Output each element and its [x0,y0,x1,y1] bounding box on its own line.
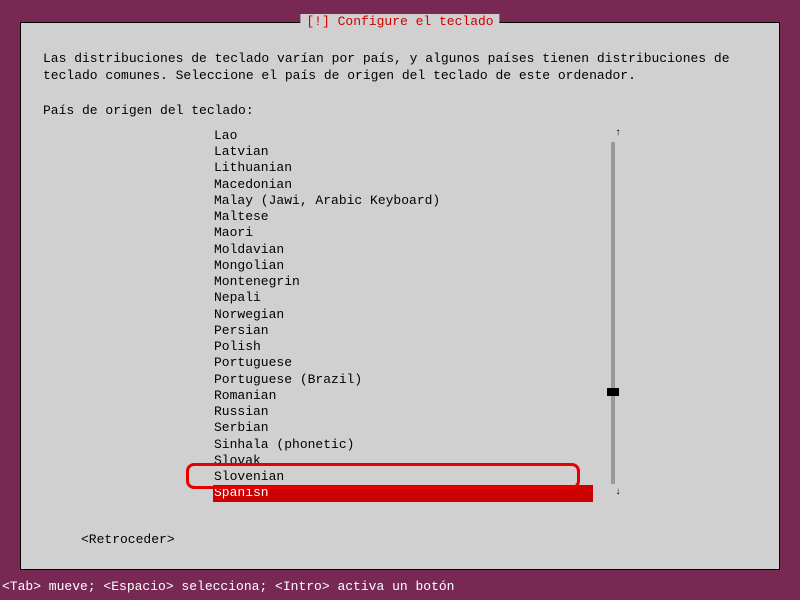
list-item[interactable]: Montenegrin [213,274,593,290]
list-item[interactable]: Slovenian [213,469,593,485]
list-item[interactable]: Latvian [213,144,593,160]
list-item[interactable]: Romanian [213,388,593,404]
list-item[interactable]: Maori [213,225,593,241]
keyboard-config-dialog: [!] Configure el teclado Las distribucio… [20,22,780,570]
list-item[interactable]: Maltese [213,209,593,225]
scroll-down-icon[interactable]: ↓ [615,487,621,498]
dialog-body: Las distribuciones de teclado varían por… [21,23,779,512]
list-item[interactable]: Portuguese [213,355,593,371]
status-bar: <Tab> mueve; <Espacio> selecciona; <Intr… [0,579,454,594]
intro-text: Las distribuciones de teclado varían por… [43,51,757,85]
list-item[interactable]: Macedonian [213,177,593,193]
list-item[interactable]: Persian [213,323,593,339]
list-label: País de origen del teclado: [43,103,757,118]
list-item[interactable]: Mongolian [213,258,593,274]
list-item[interactable]: Polish [213,339,593,355]
list-item[interactable]: Norwegian [213,307,593,323]
dialog-title: [!] Configure el teclado [300,14,499,29]
scrollbar-track[interactable] [611,142,615,484]
list-item[interactable]: Portuguese (Brazil) [213,372,593,388]
back-button[interactable]: <Retroceder> [81,532,175,547]
scrollbar-thumb[interactable] [607,388,619,396]
list-item[interactable]: Lao [213,128,593,144]
list-item[interactable]: Nepali [213,290,593,306]
scroll-up-icon[interactable]: ↑ [615,128,621,139]
list-item[interactable]: Lithuanian [213,160,593,176]
list-item[interactable]: Slovak [213,453,593,469]
list-item[interactable]: Sinhala (phonetic) [213,437,593,453]
list-item[interactable]: Russian [213,404,593,420]
list-item[interactable]: Spanish [213,485,593,501]
list-item[interactable]: Serbian [213,420,593,436]
keyboard-origin-list[interactable]: ↑ LaoLatvianLithuanianMacedonianMalay (J… [213,128,593,502]
list-item[interactable]: Moldavian [213,242,593,258]
list-item[interactable]: Malay (Jawi, Arabic Keyboard) [213,193,593,209]
